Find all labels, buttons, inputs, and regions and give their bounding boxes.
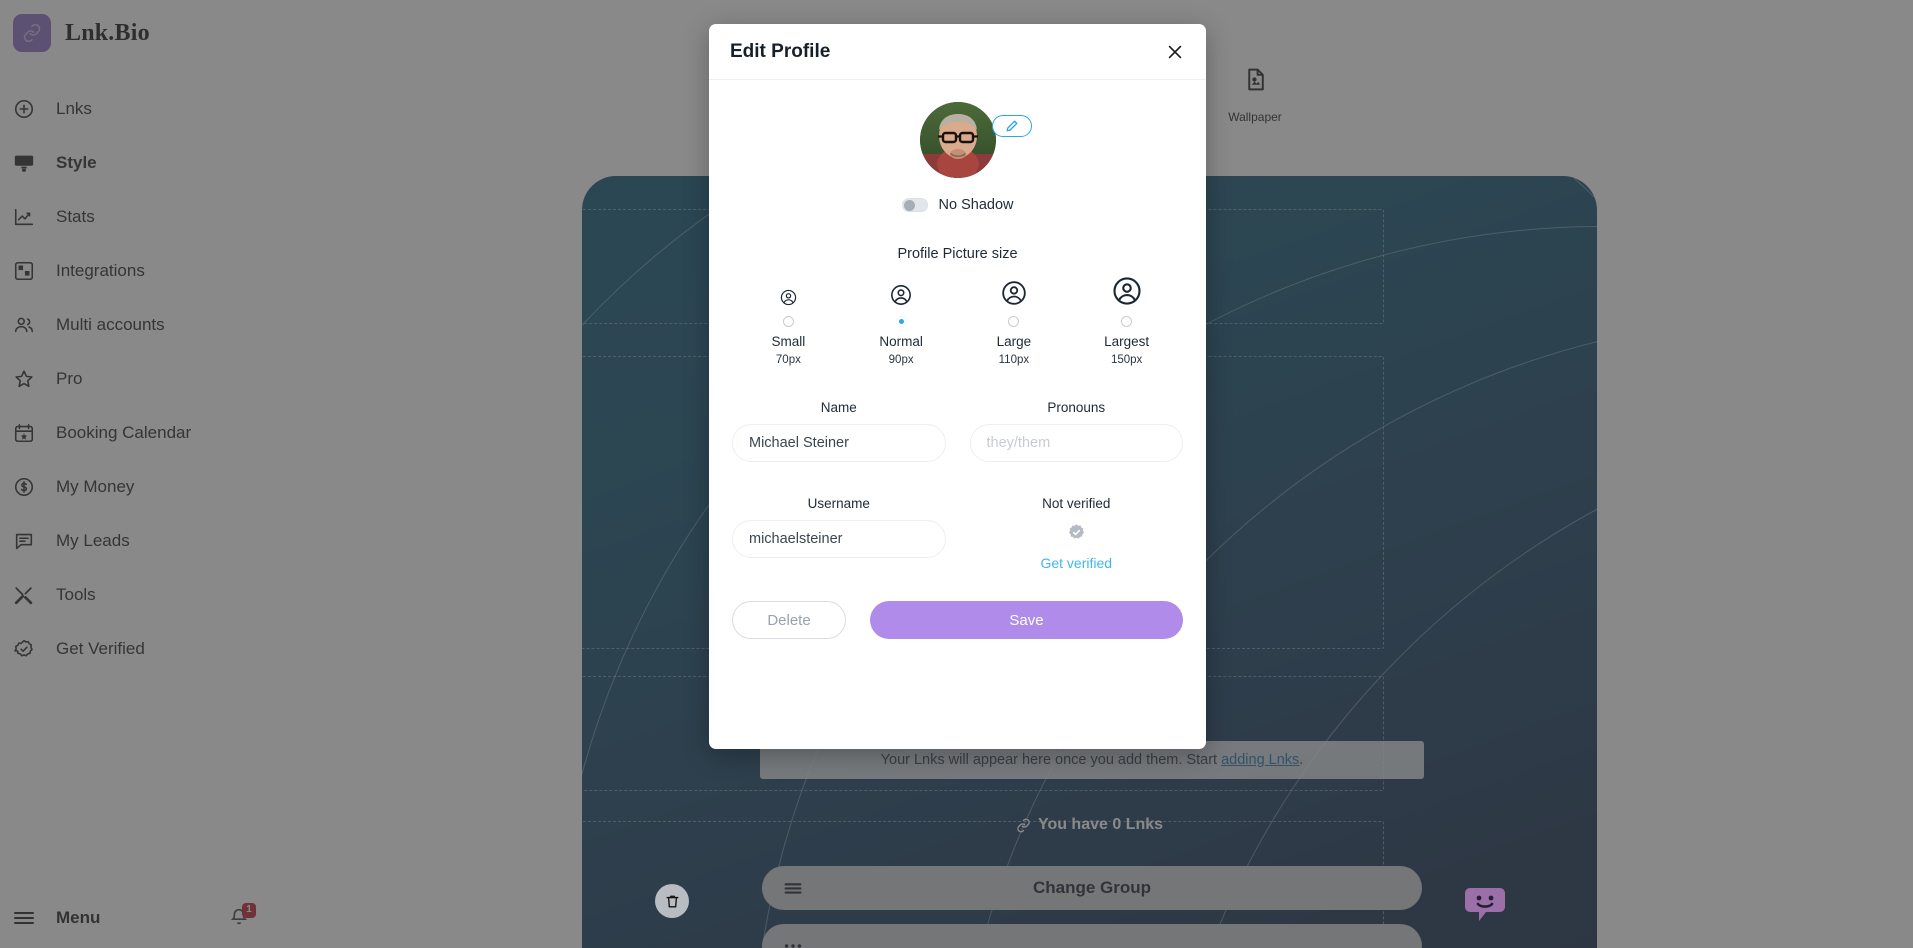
- size-radio-normal[interactable]: [895, 316, 907, 327]
- get-verified-link[interactable]: Get verified: [1040, 555, 1112, 571]
- name-input[interactable]: [732, 424, 946, 462]
- verified-check-icon: [1067, 523, 1086, 547]
- name-field-group: Name: [732, 400, 946, 462]
- shadow-toggle-row: No Shadow: [732, 197, 1183, 213]
- size-option-label: Small: [771, 334, 806, 349]
- username-verify-row: Username Not verified Get verified: [732, 496, 1183, 571]
- user-circle-icon: [780, 276, 797, 306]
- size-option-px: 90px: [888, 354, 914, 366]
- edit-avatar-button[interactable]: [991, 115, 1032, 137]
- size-option-px: 110px: [998, 354, 1030, 366]
- modal-body: No Shadow Profile Picture size Small 70p…: [709, 80, 1206, 639]
- profile-picture-size-options: Small 70px Normal 90px Large 110px Large…: [732, 276, 1183, 366]
- size-radio-small[interactable]: [782, 316, 794, 327]
- delete-button[interactable]: Delete: [732, 601, 846, 639]
- chat-widget-button[interactable]: [1465, 885, 1505, 923]
- verification-group: Not verified Get verified: [970, 496, 1184, 571]
- size-option-label: Large: [996, 334, 1032, 349]
- size-option-small[interactable]: Small 70px: [732, 276, 845, 366]
- pencil-icon: [1006, 120, 1017, 132]
- avatar: [919, 102, 996, 178]
- verification-status: Not verified: [1042, 496, 1111, 511]
- delete-block-button[interactable]: [655, 884, 689, 918]
- chat-smiley-icon: [1465, 888, 1505, 921]
- profile-picture-size-title: Profile Picture size: [897, 246, 1018, 262]
- size-option-px: 150px: [1110, 354, 1143, 366]
- username-input[interactable]: [732, 520, 946, 558]
- modal-title: Edit Profile: [730, 40, 831, 62]
- verified-check-glyph: [1068, 524, 1084, 539]
- size-option-largest[interactable]: Largest 150px: [1070, 276, 1183, 366]
- close-icon[interactable]: [1165, 42, 1185, 62]
- pronouns-field-group: Pronouns: [969, 400, 1183, 462]
- save-button[interactable]: Save: [870, 601, 1183, 639]
- no-shadow-toggle[interactable]: [901, 198, 928, 212]
- size-option-large[interactable]: Large 110px: [958, 276, 1071, 366]
- user-circle-icon: [1112, 276, 1142, 306]
- name-pronouns-row: Name Pronouns: [732, 400, 1183, 462]
- avatar-wrap: [919, 102, 1032, 178]
- size-option-px: 70px: [775, 354, 801, 366]
- edit-profile-modal: Edit Profile No Shadow Profile Picture s…: [709, 24, 1206, 749]
- size-radio-large[interactable]: [1008, 316, 1020, 327]
- modal-header: Edit Profile: [709, 24, 1206, 80]
- trash-icon: [666, 895, 678, 907]
- modal-actions: Delete Save: [732, 601, 1183, 639]
- username-label: Username: [807, 496, 870, 511]
- user-circle-icon: [1001, 276, 1027, 306]
- user-circle-icon: [890, 276, 912, 306]
- name-label: Name: [820, 400, 857, 415]
- size-option-label: Normal: [879, 334, 923, 349]
- size-option-normal[interactable]: Normal 90px: [845, 276, 958, 366]
- username-field-group: Username: [732, 496, 946, 571]
- size-radio-largest[interactable]: [1121, 316, 1133, 327]
- pronouns-input[interactable]: [969, 424, 1183, 462]
- avatar-row: [732, 102, 1183, 178]
- pronouns-label: Pronouns: [1047, 400, 1106, 415]
- screen: Lnk.Bio Lnks: [0, 0, 1913, 948]
- no-shadow-label: No Shadow: [938, 197, 1014, 213]
- size-option-label: Largest: [1104, 334, 1150, 349]
